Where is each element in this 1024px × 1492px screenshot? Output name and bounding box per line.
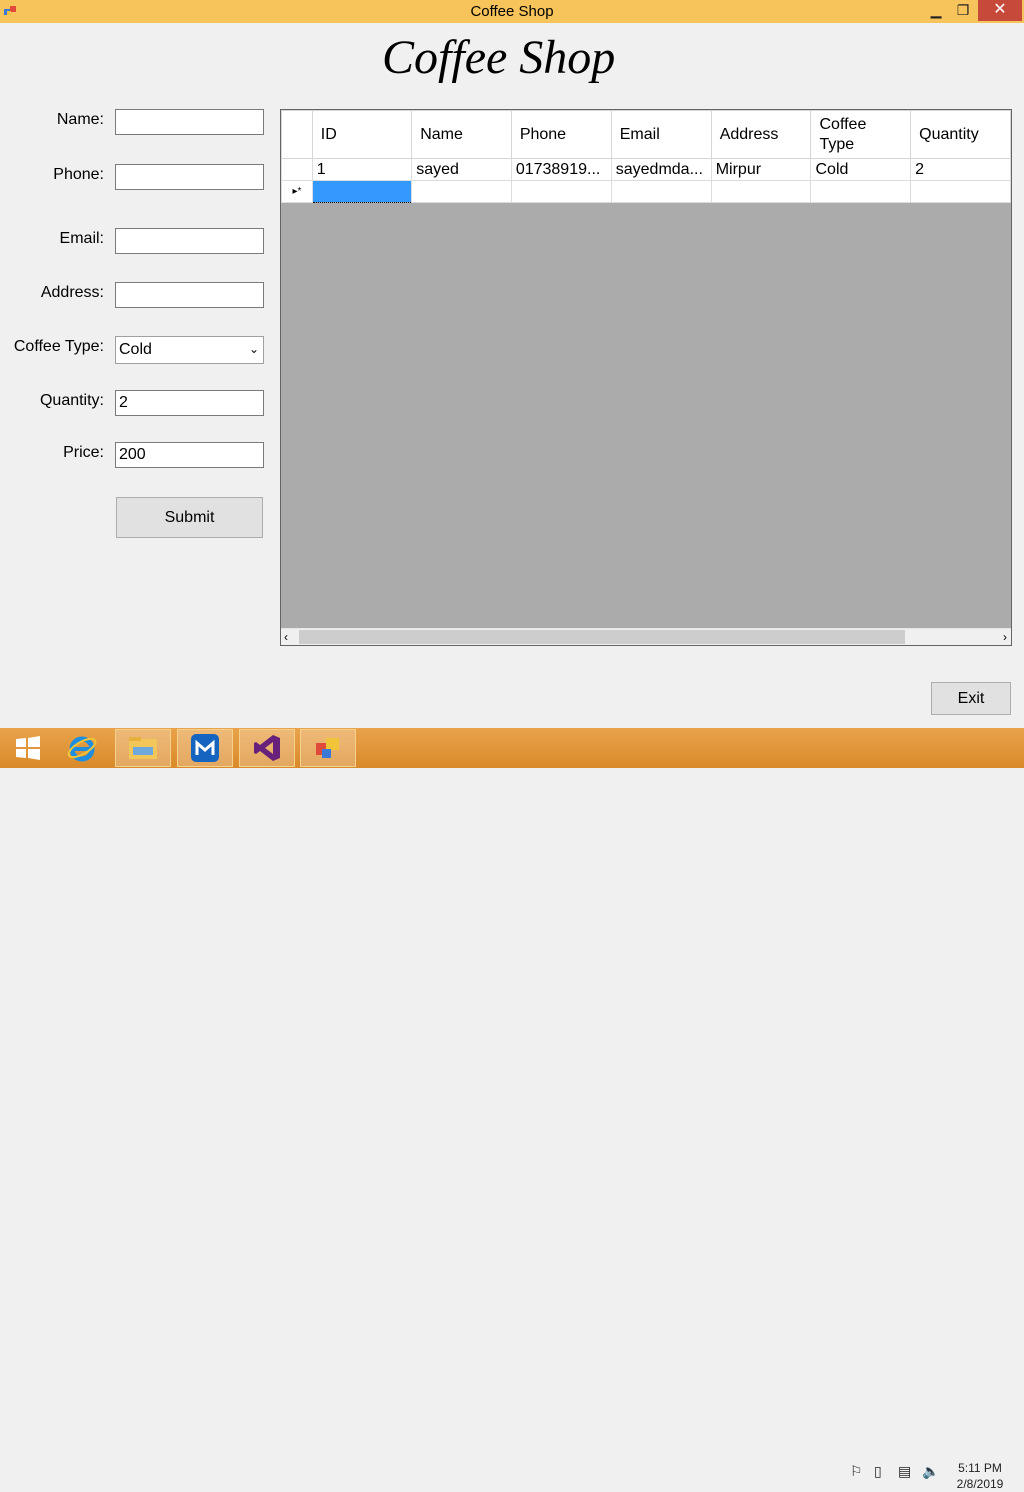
column-header-coffee-type[interactable]: Coffee Type [810, 110, 912, 159]
name-label: Name: [56, 111, 104, 128]
close-button[interactable]: ✕ [978, 0, 1022, 21]
phone-label: Phone: [53, 166, 104, 183]
cell-address[interactable]: Mirpur [710, 158, 812, 181]
email-label: Email: [59, 230, 104, 247]
file-explorer-icon[interactable] [115, 729, 171, 767]
scrollbar-thumb[interactable] [299, 630, 905, 644]
submit-button[interactable]: Submit [116, 497, 263, 538]
column-header-phone[interactable]: Phone [510, 110, 612, 159]
clock[interactable]: 5:11 PM 2/8/2019 [948, 1460, 1012, 1492]
chevron-left-icon[interactable]: ‹ [284, 629, 288, 645]
clock-time: 5:11 PM [958, 1461, 1002, 1475]
row-header[interactable] [281, 158, 313, 181]
exit-button[interactable]: Exit [931, 682, 1011, 715]
chevron-down-icon[interactable]: ⌄ [249, 342, 259, 356]
coffee-type-label: Coffee Type: [13, 338, 104, 355]
address-input[interactable] [115, 282, 264, 308]
new-row-cell-selected[interactable] [311, 180, 413, 203]
quantity-input[interactable] [115, 390, 264, 416]
cell-name[interactable]: sayed [411, 158, 512, 181]
email-input[interactable] [115, 228, 264, 254]
price-label: Price: [63, 444, 104, 461]
table-row[interactable]: 1 sayed 01738919... sayedmda... Mirpur C… [281, 158, 1011, 181]
cell-quantity[interactable]: 2 [910, 158, 1011, 181]
windows-start-icon[interactable] [0, 729, 56, 767]
visual-studio-icon[interactable] [239, 729, 295, 767]
cell-coffee-type[interactable]: Cold [810, 158, 912, 181]
new-row-cell[interactable] [810, 180, 912, 203]
column-header-quantity[interactable]: Quantity [910, 110, 1011, 159]
column-header-email[interactable]: Email [610, 110, 712, 159]
new-row-cell[interactable] [710, 180, 812, 203]
chevron-right-icon[interactable]: › [1003, 629, 1007, 645]
network-icon[interactable]: ▤ [898, 1463, 911, 1480]
new-row[interactable]: ▸* [281, 180, 1011, 203]
maximize-button[interactable]: ❐ [950, 0, 976, 21]
clock-date: 2/8/2019 [956, 1477, 1004, 1491]
taskbar: ⚐ ▯ ▤ 🔈 5:11 PM 2/8/2019 [0, 728, 1024, 1491]
cell-email[interactable]: sayedmda... [610, 158, 712, 181]
new-row-cell[interactable] [510, 180, 612, 203]
column-header-address[interactable]: Address [710, 110, 812, 159]
app-window: Coffee Shop ▁ ❐ ✕ Coffee Shop Name: Phon… [0, 0, 1024, 728]
address-label: Address: [40, 284, 104, 301]
coffee-shop-app-icon[interactable] [300, 729, 356, 767]
volume-icon[interactable]: 🔈 [922, 1463, 939, 1480]
grid-header-row: ID Name Phone Email Address Coffee Type … [281, 110, 1011, 159]
window-title: Coffee Shop [470, 3, 554, 20]
minimize-button[interactable]: ▁ [922, 0, 950, 21]
price-input[interactable] [115, 442, 264, 468]
new-row-cell[interactable] [610, 180, 712, 203]
coffee-type-select[interactable]: Cold ⌄ [115, 336, 264, 364]
internet-explorer-icon[interactable] [54, 729, 110, 767]
column-header-name[interactable]: Name [411, 110, 512, 159]
quantity-label: Quantity: [39, 392, 104, 409]
maxthon-browser-icon[interactable] [177, 729, 233, 767]
cell-id[interactable]: 1 [311, 158, 413, 181]
page-heading: Coffee Shop [382, 31, 616, 84]
name-input[interactable] [115, 109, 264, 135]
power-icon[interactable]: ▯ [874, 1463, 882, 1480]
horizontal-scrollbar[interactable]: ‹ › [281, 628, 1011, 645]
phone-input[interactable] [115, 164, 264, 190]
column-header-id[interactable]: ID [311, 110, 413, 159]
new-row-marker[interactable]: ▸* [281, 180, 313, 203]
new-row-cell[interactable] [910, 180, 1011, 203]
coffee-type-value: Cold [119, 341, 152, 358]
grid-corner-header[interactable] [281, 110, 313, 159]
orders-grid[interactable]: ID Name Phone Email Address Coffee Type … [280, 109, 1012, 646]
new-row-cell[interactable] [411, 180, 512, 203]
flag-icon[interactable]: ⚐ [850, 1463, 863, 1480]
title-bar[interactable]: Coffee Shop ▁ ❐ ✕ [0, 0, 1024, 23]
cell-phone[interactable]: 01738919... [510, 158, 612, 181]
